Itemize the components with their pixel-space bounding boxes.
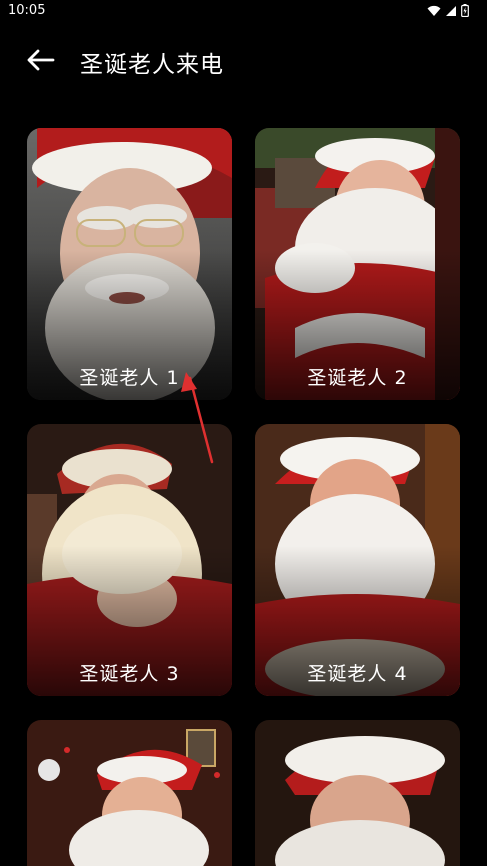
card-label: 圣诞老人 2 [307, 367, 408, 389]
card-label: 圣诞老人 4 [307, 663, 408, 685]
app-bar: 圣诞老人来电 [0, 36, 487, 84]
card-label: 圣诞老人 1 [79, 367, 180, 389]
back-button[interactable] [22, 44, 58, 76]
santa-thumbnail [255, 720, 460, 866]
santa-card-5[interactable] [27, 720, 232, 866]
status-time: 10:05 [8, 3, 46, 18]
santa-card-6[interactable] [255, 720, 460, 866]
santa-thumbnail [27, 720, 232, 866]
signal-icon [446, 5, 456, 16]
santa-card-2[interactable]: 圣诞老人 2 [255, 128, 460, 400]
page-title: 圣诞老人来电 [80, 52, 224, 78]
wifi-icon [427, 5, 441, 16]
status-icons [427, 4, 469, 17]
santa-card-1[interactable]: 圣诞老人 1 [27, 128, 232, 400]
santa-card-3[interactable]: 圣诞老人 3 [27, 424, 232, 696]
status-bar: 10:05 [0, 0, 487, 22]
battery-icon [461, 4, 469, 17]
arrow-left-icon [27, 49, 55, 71]
card-label: 圣诞老人 3 [79, 663, 180, 685]
santa-card-4[interactable]: 圣诞老人 4 [255, 424, 460, 696]
